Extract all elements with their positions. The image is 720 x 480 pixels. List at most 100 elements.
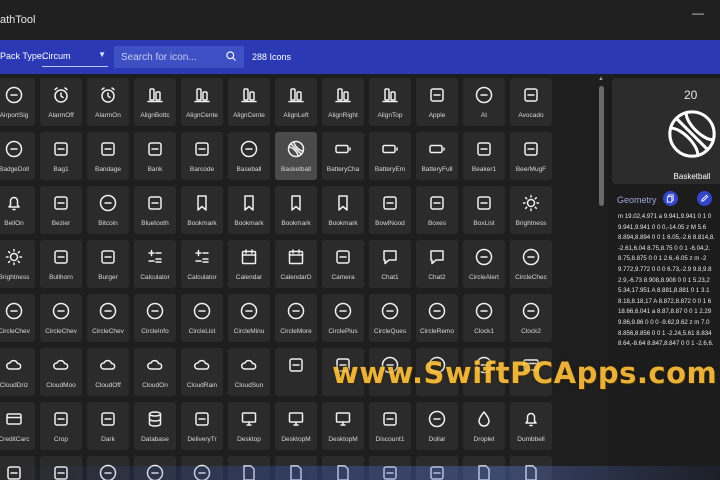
icon-tile[interactable]: BeerMugF xyxy=(510,132,552,180)
geometry-text[interactable]: m 19.02,4.971 a 9.941,9.941 0 1 0 9.941,9… xyxy=(618,212,720,350)
icon-tile[interactable]: CircleChev xyxy=(0,294,35,342)
icon-tile[interactable]: CloudDriz xyxy=(0,348,35,396)
icon-tile[interactable]: Clock2 xyxy=(510,294,552,342)
icon-tile[interactable]: AlignCente xyxy=(228,78,270,126)
icon-tile[interactable]: At xyxy=(463,78,505,126)
icon-tile[interactable]: BadgeDoll xyxy=(0,132,35,180)
icon-tile[interactable]: Calendar xyxy=(228,240,270,288)
icon-tile[interactable]: Database xyxy=(134,402,176,450)
icon-tile[interactable]: Baseball xyxy=(228,132,270,180)
icon-tile[interactable]: Boxes xyxy=(416,186,458,234)
discount-icon xyxy=(383,412,397,426)
icon-tile[interactable]: Apple xyxy=(416,78,458,126)
icon-tile[interactable]: BatteryCha xyxy=(322,132,364,180)
icon-tile[interactable]: Calculator xyxy=(181,240,223,288)
minimize-button[interactable]: — xyxy=(692,6,704,20)
copy-geometry-button[interactable] xyxy=(663,191,678,206)
circle-check-icon xyxy=(522,248,540,266)
icon-tile[interactable]: BoxList xyxy=(463,186,505,234)
icon-tile[interactable]: Basketball xyxy=(275,132,317,180)
icon-tile[interactable]: Barcode xyxy=(181,132,223,180)
icon-tile[interactable]: CirclePlus xyxy=(322,294,364,342)
icon-tile[interactable]: Bookmark xyxy=(181,186,223,234)
grid-scrollbar[interactable]: ▲ xyxy=(596,74,608,480)
icon-tile[interactable]: Crop xyxy=(40,402,82,450)
icon-tile[interactable]: Droplet xyxy=(463,402,505,450)
icon-tile[interactable]: CircleRemo xyxy=(416,294,458,342)
icon-tile[interactable]: Bookmark xyxy=(322,186,364,234)
icon-tile[interactable]: AlignBottc xyxy=(134,78,176,126)
search-input[interactable]: Search for icon... xyxy=(114,46,244,68)
icon-tile[interactable]: AlignCente xyxy=(181,78,223,126)
icon-tile[interactable]: Beaker1 xyxy=(463,132,505,180)
icon-tile[interactable]: Camera xyxy=(322,240,364,288)
pack-type-select[interactable]: Circum ▼ xyxy=(42,48,108,67)
icon-tile[interactable]: AlignLeft xyxy=(275,78,317,126)
icon-tile[interactable]: CloudRain xyxy=(181,348,223,396)
icon-tile[interactable]: DeliveryTr xyxy=(181,402,223,450)
icon-tile[interactable]: Calculator xyxy=(134,240,176,288)
icon-tile[interactable]: Clock1 xyxy=(463,294,505,342)
icon-tile[interactable]: Avocado xyxy=(510,78,552,126)
icon-tile[interactable]: AlarmOn xyxy=(87,78,129,126)
icon-tile[interactable]: Dumbbell xyxy=(510,402,552,450)
icon-tile[interactable]: Bandage xyxy=(87,132,129,180)
icon-tile[interactable]: Dollar xyxy=(416,402,458,450)
icon-tile[interactable]: BatteryEm xyxy=(369,132,411,180)
icon-tile[interactable]: Bluetooth xyxy=(134,186,176,234)
icon-tile[interactable]: BatteryFull xyxy=(416,132,458,180)
preview-size[interactable]: 20 xyxy=(684,88,697,102)
alarm-on-icon xyxy=(101,87,115,103)
icon-tile[interactable]: Bank xyxy=(134,132,176,180)
icon-tile[interactable]: AlignRight xyxy=(322,78,364,126)
icon-tile[interactable]: AlignTop xyxy=(369,78,411,126)
icon-tile[interactable]: Chat2 xyxy=(416,240,458,288)
search-icon[interactable] xyxy=(225,50,237,62)
icon-tile[interactable]: CircleChec xyxy=(510,240,552,288)
pencil-icon xyxy=(701,194,709,202)
icon-tile[interactable]: Bitcoin xyxy=(87,186,129,234)
icon-tile[interactable]: DesktopM xyxy=(322,402,364,450)
icon-tile[interactable]: CircleMinu xyxy=(228,294,270,342)
icon-tile[interactable]: Discount1 xyxy=(369,402,411,450)
icon-tile[interactable]: CircleInfo xyxy=(134,294,176,342)
icon-tile[interactable]: CloudOn xyxy=(134,348,176,396)
icon-tile[interactable]: CalendarD xyxy=(275,240,317,288)
icon-tile[interactable]: CircleMore xyxy=(275,294,317,342)
icon-tile[interactable]: CircleChev xyxy=(87,294,129,342)
icon-tile[interactable]: Chat1 xyxy=(369,240,411,288)
icon-tile[interactable]: Bullhorn xyxy=(40,240,82,288)
icon-tile[interactable]: CloudOff xyxy=(87,348,129,396)
edit-geometry-button[interactable] xyxy=(697,191,712,206)
icon-tile[interactable]: CircleAlert xyxy=(463,240,505,288)
chat-alt-icon xyxy=(430,250,444,265)
icon-tile[interactable]: Dark xyxy=(87,402,129,450)
preview-name: Basketball xyxy=(673,172,711,181)
icon-tile[interactable]: CreditCarc xyxy=(0,402,35,450)
icon-tile-label: AlignCente xyxy=(233,112,265,119)
icon-tile[interactable]: DesktopM xyxy=(275,402,317,450)
icon-tile[interactable]: Burger xyxy=(87,240,129,288)
icon-tile[interactable]: Brightness xyxy=(510,186,552,234)
icon-tile[interactable]: AlarmOff xyxy=(40,78,82,126)
icon-tile[interactable]: Bookmark xyxy=(228,186,270,234)
icon-tile-label: CloudOn xyxy=(142,382,168,389)
icon-tile[interactable]: CloudSun xyxy=(228,348,270,396)
icon-tile[interactable]: BellOn xyxy=(0,186,35,234)
icon-tile[interactable]: BowlNood xyxy=(369,186,411,234)
icon-tile[interactable]: Brightness xyxy=(0,240,35,288)
icon-tile[interactable]: CircleQues xyxy=(369,294,411,342)
scrollbar-thumb[interactable] xyxy=(599,86,604,206)
scroll-up-icon[interactable]: ▲ xyxy=(598,76,604,82)
icon-tile[interactable]: CircleList xyxy=(181,294,223,342)
icon-tile-label: Chat2 xyxy=(428,274,446,281)
icon-tile-label: BadgeDoll xyxy=(0,166,29,173)
icon-tile[interactable]: Bezier xyxy=(40,186,82,234)
icon-tile[interactable] xyxy=(275,348,317,396)
icon-tile[interactable]: Desktop xyxy=(228,402,270,450)
icon-tile[interactable]: AirportSig xyxy=(0,78,35,126)
icon-tile[interactable]: CloudMoo xyxy=(40,348,82,396)
icon-tile[interactable]: Bookmark xyxy=(275,186,317,234)
icon-tile[interactable]: CircleChev xyxy=(40,294,82,342)
icon-tile[interactable]: Bag1 xyxy=(40,132,82,180)
